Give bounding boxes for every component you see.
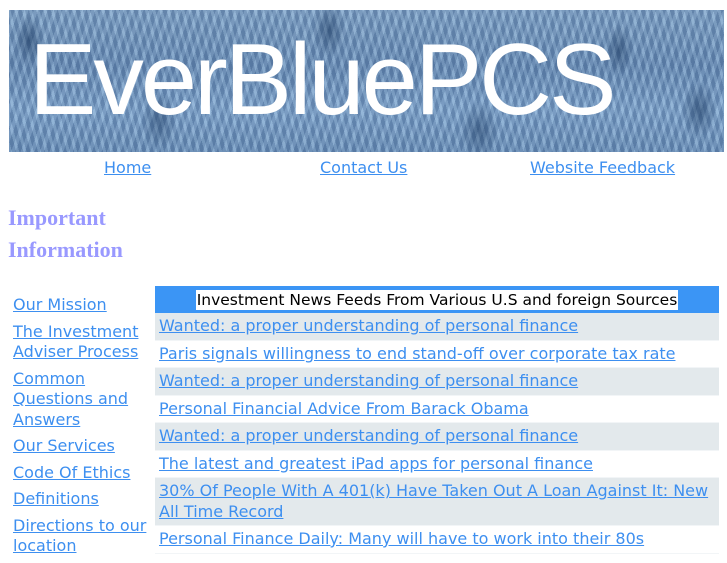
news-row: 30% Of People With A 401(k) Have Taken O… — [155, 478, 719, 526]
sidebar-item-directions[interactable]: Directions to our location — [13, 516, 153, 557]
sidebar-item-common-questions[interactable]: Common Questions and Answers — [13, 369, 153, 431]
sidebar-item-investment-adviser-process[interactable]: The Investment Adviser Process — [13, 322, 153, 363]
nav-home-link[interactable]: Home — [104, 158, 151, 178]
sidebar-item-code-of-ethics[interactable]: Code Of Ethics — [13, 463, 153, 484]
news-row: Wanted: a proper understanding of person… — [155, 423, 719, 451]
site-logo-title: EverBluePCS — [29, 24, 617, 136]
site-banner: EverBluePCS — [9, 10, 724, 152]
nav-contact-us-link[interactable]: Contact Us — [320, 158, 407, 178]
news-feed-table: Investment News Feeds From Various U.S a… — [155, 286, 719, 554]
news-feed-header: Investment News Feeds From Various U.S a… — [155, 286, 719, 313]
sidebar-navigation: Our Mission The Investment Adviser Proce… — [13, 295, 153, 563]
news-row: Personal Finance Daily: Many will have t… — [155, 526, 719, 554]
sidebar-heading: Important Information — [8, 205, 123, 262]
news-item-link[interactable]: Wanted: a proper understanding of person… — [159, 426, 578, 445]
news-row: Wanted: a proper understanding of person… — [155, 368, 719, 396]
news-item-link[interactable]: Personal Finance Daily: Many will have t… — [159, 529, 644, 548]
sidebar-item-our-services[interactable]: Our Services — [13, 436, 153, 457]
news-row: Personal Financial Advice From Barack Ob… — [155, 396, 719, 423]
news-item-link[interactable]: Wanted: a proper understanding of person… — [159, 316, 578, 335]
news-item-link[interactable]: 30% Of People With A 401(k) Have Taken O… — [159, 481, 708, 521]
news-item-link[interactable]: The latest and greatest iPad apps for pe… — [159, 454, 593, 473]
news-item-link[interactable]: Personal Financial Advice From Barack Ob… — [159, 399, 529, 418]
news-row: Wanted: a proper understanding of person… — [155, 313, 719, 341]
news-row: Paris signals willingness to end stand-o… — [155, 341, 719, 368]
news-item-link[interactable]: Paris signals willingness to end stand-o… — [159, 344, 675, 363]
news-feed-header-label: Investment News Feeds From Various U.S a… — [195, 289, 679, 310]
sidebar-item-definitions[interactable]: Definitions — [13, 489, 153, 510]
sidebar-item-our-mission[interactable]: Our Mission — [13, 295, 153, 316]
news-row: The latest and greatest iPad apps for pe… — [155, 451, 719, 478]
nav-website-feedback-link[interactable]: Website Feedback — [530, 158, 675, 178]
news-item-link[interactable]: Wanted: a proper understanding of person… — [159, 371, 578, 390]
